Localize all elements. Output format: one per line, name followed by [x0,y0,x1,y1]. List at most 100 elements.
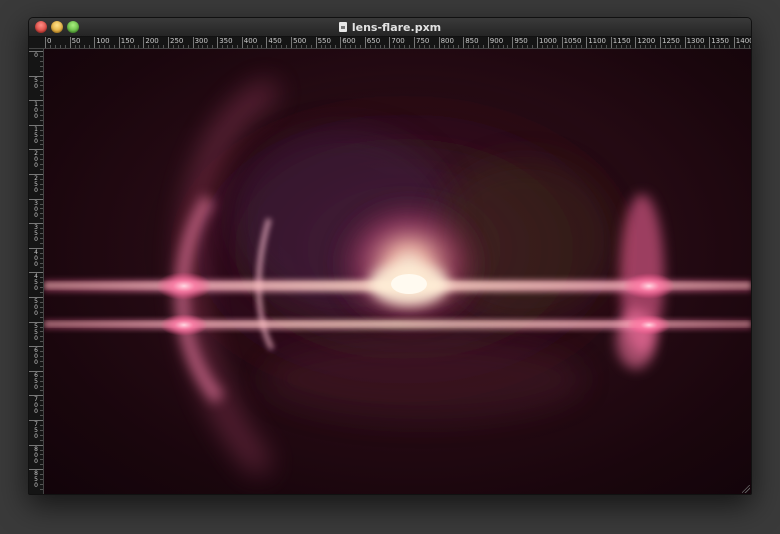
ruler-minor-tick [625,45,627,48]
ruler-minor-tick [113,45,115,48]
ruler-minor-tick [40,380,43,382]
ruler-major-tick [610,37,612,48]
ruler-minor-tick [335,45,337,48]
ruler-minor-tick [728,45,730,48]
ruler-minor-tick [40,331,43,333]
ruler-minor-tick [40,316,43,318]
ruler-minor-tick [40,55,43,57]
ruler-major-tick [537,37,538,48]
ruler-minor-tick [40,134,43,136]
ruler-minor-tick [222,45,224,48]
ruler-minor-tick [40,449,43,451]
ruler-minor-tick [182,45,184,48]
resize-grip[interactable] [742,485,750,493]
ruler-minor-tick [40,242,43,244]
ruler-minor-tick [79,45,81,48]
ruler-label: 1000 [539,37,557,45]
ruler-minor-tick [522,45,524,48]
ruler-major-tick [315,37,317,48]
ruler-minor-tick [40,159,43,161]
ruler-minor-tick [394,45,396,48]
ruler-minor-tick [399,45,401,48]
ruler-minor-tick [40,464,43,466]
ruler-minor-tick [40,233,43,235]
ruler-minor-tick [40,267,43,269]
ruler-minor-tick [350,45,352,48]
ruler-major-tick [94,37,96,48]
ruler-minor-tick [138,45,140,48]
ruler-minor-tick [448,45,450,48]
ruler-minor-tick [40,356,43,358]
ruler-label: 1350 [711,37,730,45]
ruler-minor-tick [40,479,43,481]
ruler-minor-tick [40,439,43,441]
ruler-minor-tick [40,415,43,417]
window-title-text: lens-flare.pxm [351,20,442,34]
ruler-minor-tick [40,410,43,412]
ruler-minor-tick [104,45,106,48]
ruler-minor-tick [153,45,155,48]
ruler-minor-tick [40,218,43,220]
ruler-minor-tick [473,45,475,48]
ruler-minor-tick [694,45,696,48]
ruler-minor-tick [40,424,43,426]
ruler-minor-tick [640,45,642,48]
ruler-minor-tick [374,45,376,48]
ruler-minor-tick [271,45,273,48]
ruler-label: 0 [47,37,52,45]
ruler-minor-tick [477,45,479,48]
ruler-minor-tick [40,129,43,131]
ruler-minor-tick [404,45,406,48]
ruler-minor-tick [89,45,91,48]
title-bar[interactable]: lens-flare.pxm [29,18,751,37]
ruler-minor-tick [40,488,43,490]
ruler-minor-tick [99,45,101,48]
ruler-minor-tick [591,45,593,48]
ruler-minor-tick [187,45,189,48]
image-canvas[interactable] [44,49,751,494]
ruler-minor-tick [423,45,425,48]
ruler-major-tick [168,37,169,48]
ruler-minor-tick [40,311,43,313]
ruler-major-tick [192,37,194,48]
ruler-minor-tick [207,45,209,48]
ruler-minor-tick [40,237,43,239]
ruler-minor-tick [40,144,43,146]
ruler-label: 1150 [612,37,631,45]
ruler-minor-tick [40,262,43,264]
ruler-label: 50 [71,37,81,45]
ruler-minor-tick [40,306,43,308]
ruler-minor-tick [40,474,43,476]
ruler-minor-tick [679,45,681,48]
ruler-minor-tick [650,45,652,48]
ruler-minor-tick [236,45,238,48]
ruler-minor-tick [40,459,43,461]
ruler-minor-tick [369,45,371,48]
ruler-minor-tick [517,45,519,48]
ruler-minor-tick [40,390,43,392]
ruler-label: 650 [366,37,381,45]
ruler-major-tick [266,37,268,48]
ruler-minor-tick [418,45,420,48]
ruler-minor-tick [581,45,583,48]
ruler-minor-tick [40,301,43,303]
ruler-label: 850 [465,37,479,45]
ruler-minor-tick [743,45,745,48]
ruler-minor-tick [261,45,263,48]
ruler-minor-tick [227,45,229,48]
ruler-minor-tick [502,45,504,48]
ruler-major-tick [291,37,292,48]
ruler-minor-tick [384,45,386,48]
horizontal-ruler[interactable]: 0 50 100 150 200 250 300 350 400 450 500 550 600 650 7… [43,37,751,49]
ruler-minor-tick [645,45,647,48]
ruler-label: 750 [416,37,430,45]
ruler-major-tick [684,37,686,48]
ruler-major-tick [217,37,219,48]
ruler-minor-tick [40,252,43,254]
ruler-minor-tick [576,45,578,48]
ruler-minor-tick [532,45,534,48]
vertical-ruler[interactable]: 05 01 0 01 5 02 0 02 5 03 0 03 5 04 0 04… [29,49,44,494]
ruler-minor-tick [40,183,43,185]
ruler-label: 950 [514,37,528,45]
ruler-minor-tick [40,119,43,121]
